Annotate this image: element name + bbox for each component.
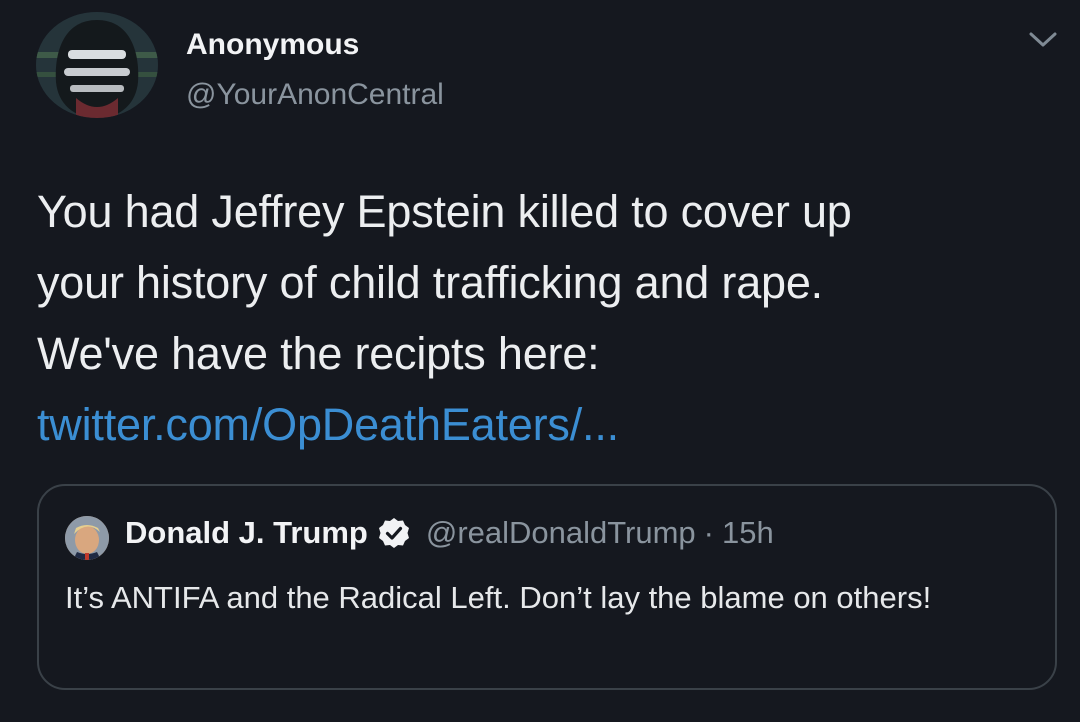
anonymous-mask-icon: [36, 12, 158, 118]
quoted-tweet[interactable]: Donald J. Trump @realDonaldTrump · 15h I…: [37, 484, 1057, 690]
quoted-tweet-timestamp[interactable]: 15h: [722, 515, 774, 551]
separator-dot: ·: [703, 515, 714, 550]
quoted-tweet-header: Donald J. Trump @realDonaldTrump · 15h: [125, 515, 774, 551]
author-handle[interactable]: @YourAnonCentral: [186, 78, 444, 112]
chevron-down-icon[interactable]: [1028, 28, 1058, 52]
tweet-body: You had Jeffrey Epstein killed to cover …: [37, 176, 1047, 460]
tweet-text-line: We've have the recipts here:: [37, 328, 600, 379]
verified-badge-icon: [378, 517, 410, 549]
quoted-author-handle[interactable]: @realDonaldTrump: [426, 515, 696, 551]
author-display-name[interactable]: Anonymous: [186, 28, 359, 62]
quoted-author-display-name[interactable]: Donald J. Trump: [125, 515, 368, 551]
tweet-link[interactable]: twitter.com/OpDeathEaters/...: [37, 389, 1047, 460]
tweet[interactable]: Anonymous @YourAnonCentral You had Jeffr…: [0, 0, 1080, 722]
quoted-tweet-text: It’s ANTIFA and the Radical Left. Don’t …: [65, 580, 932, 615]
tweet-text-line: your history of child trafficking and ra…: [37, 257, 823, 308]
anonymous-avatar[interactable]: [36, 12, 158, 118]
tweet-text-line: You had Jeffrey Epstein killed to cover …: [37, 186, 852, 237]
trump-avatar-icon: [65, 516, 109, 560]
quoted-author-avatar[interactable]: [65, 516, 109, 560]
